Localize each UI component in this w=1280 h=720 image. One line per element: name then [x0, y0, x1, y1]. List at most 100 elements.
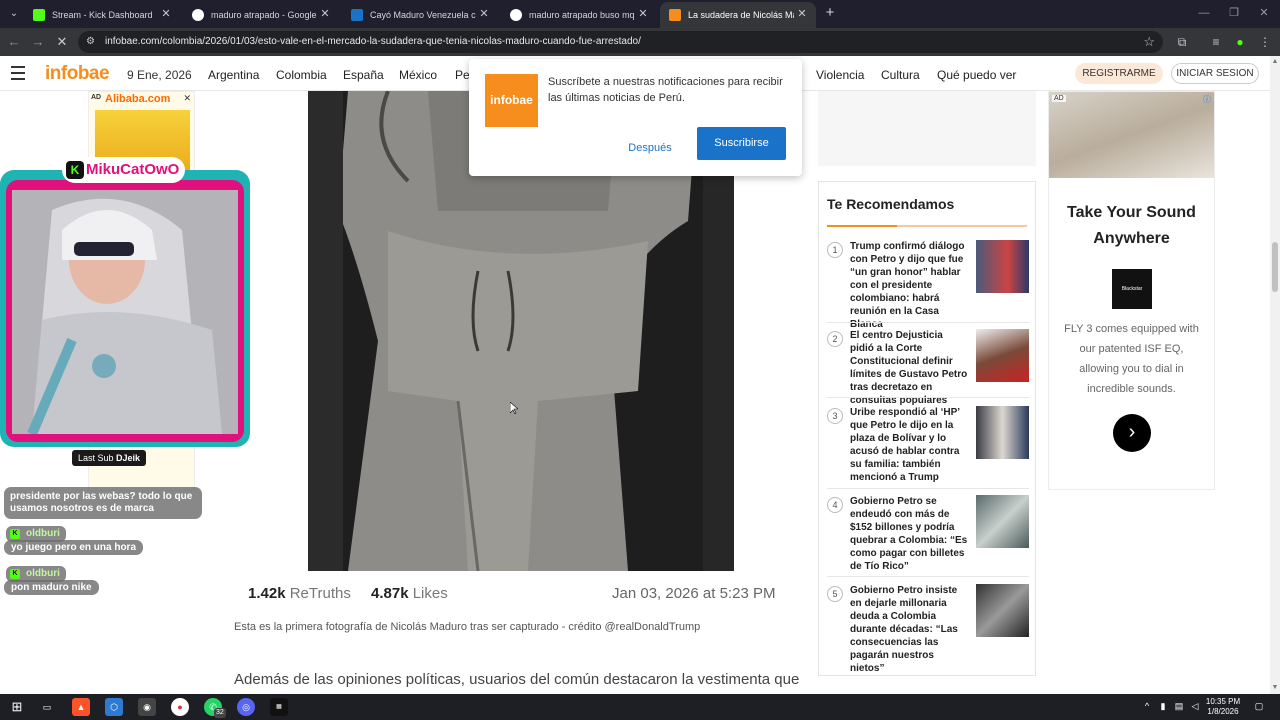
close-icon[interactable]: ✕: [478, 8, 490, 20]
mouse-cursor-icon: [510, 402, 518, 414]
divider: [827, 322, 1029, 323]
maximize-icon[interactable]: ❐: [1226, 5, 1242, 21]
likes-label: Likes: [412, 585, 448, 602]
nav-violencia[interactable]: Violencia: [816, 68, 864, 82]
notification-message: Suscríbete a nuestras notificaciones par…: [548, 76, 783, 104]
app-icon[interactable]: ▦: [270, 698, 288, 716]
page-scrollbar[interactable]: ▲ ▼: [1270, 56, 1280, 694]
back-arrow-icon[interactable]: ←: [5, 33, 23, 51]
scroll-thumb[interactable]: [1272, 242, 1278, 292]
new-tab-button[interactable]: +: [822, 5, 838, 21]
tab-google-search-1[interactable]: maduro atrapado - Google Sea ✕: [183, 2, 339, 28]
extensions-icon[interactable]: ⧉: [1173, 33, 1191, 51]
register-button[interactable]: REGISTRARME: [1075, 63, 1163, 84]
photo-caption: Esta es la primera fotografía de Nicolás…: [234, 621, 701, 633]
close-icon[interactable]: ✕: [319, 8, 331, 20]
address-bar[interactable]: ⚙ infobae.com/colombia/2026/01/03/esto-v…: [78, 31, 1163, 53]
chevron-right-icon[interactable]: ›: [1113, 414, 1151, 452]
close-icon[interactable]: ✕: [160, 8, 172, 20]
divider: [827, 576, 1029, 577]
reco-thumbnail[interactable]: [976, 495, 1029, 548]
reco-headline[interactable]: El centro Dejusticia pidió a la Corte Co…: [850, 329, 968, 407]
hamburger-menu-icon[interactable]: [11, 66, 29, 80]
url-text[interactable]: infobae.com/colombia/2026/01/03/esto-val…: [105, 36, 641, 47]
reco-thumbnail[interactable]: [976, 584, 1029, 637]
taskbar-clock[interactable]: 10:35 PM 1/8/2026: [1203, 697, 1243, 717]
nav-que-puedo-ver[interactable]: Qué puedo ver: [937, 68, 1016, 82]
last-sub-banner: Last Sub DJeik: [72, 450, 147, 466]
brave-icon[interactable]: ▲: [72, 698, 90, 716]
volume-icon[interactable]: ◁: [1189, 700, 1201, 712]
ad-close-icon[interactable]: ✕: [183, 93, 191, 104]
chat-message-text: presidente por las webas? todo lo que us…: [10, 491, 193, 514]
nav-peru[interactable]: Pe: [455, 68, 470, 82]
ad-brand-logo: Blackstar: [1112, 269, 1152, 309]
infobae-logo[interactable]: infobae: [45, 63, 110, 85]
header-date: 9 Ene, 2026: [127, 68, 192, 82]
profile-icon[interactable]: ●: [1231, 33, 1249, 51]
login-button[interactable]: INICIAR SESION: [1171, 63, 1259, 84]
nav-mexico[interactable]: México: [399, 68, 437, 82]
ad-info-icon[interactable]: ⓘ: [1203, 94, 1211, 105]
reco-headline[interactable]: Uribe respondió al ‘HP’ que Petro le dij…: [850, 406, 968, 484]
close-icon[interactable]: ✕: [637, 8, 649, 20]
discord-icon[interactable]: ◎: [237, 698, 255, 716]
nav-espana[interactable]: España: [343, 68, 384, 82]
microphone-icon[interactable]: ▮: [1157, 700, 1169, 712]
forward-arrow-icon[interactable]: →: [29, 33, 47, 51]
nav-cultura[interactable]: Cultura: [881, 68, 920, 82]
news-icon: [351, 9, 363, 21]
reco-headline[interactable]: Gobierno Petro se endeudó con más de $15…: [850, 495, 968, 573]
notifications-icon[interactable]: ▢: [1253, 700, 1265, 712]
tab-news[interactable]: Cayó Maduro Venezuela celebr ✕: [342, 2, 498, 28]
obs-icon[interactable]: ◉: [138, 698, 156, 716]
chat-username-text: oldburi: [26, 528, 60, 539]
reco-thumbnail[interactable]: [976, 329, 1029, 382]
alibaba-logo: Alibaba.com: [105, 93, 171, 105]
reco-thumbnail[interactable]: [976, 240, 1029, 293]
notification-prompt: infobae Suscríbete a nuestras notificaci…: [469, 59, 802, 176]
minimize-icon[interactable]: —: [1196, 5, 1212, 21]
scroll-up-icon[interactable]: ▲: [1271, 58, 1279, 66]
tab-title: maduro atrapado - Google Sea: [211, 10, 317, 20]
ad-image[interactable]: AD ⓘ: [1049, 92, 1214, 178]
tab-kick-dashboard[interactable]: Stream - Kick Dashboard ✕: [24, 2, 180, 28]
nav-argentina[interactable]: Argentina: [208, 68, 259, 82]
subscribe-button[interactable]: Suscribirse: [697, 127, 786, 160]
bookmark-star-icon[interactable]: ☆: [1143, 34, 1155, 50]
reco-thumbnail[interactable]: [976, 406, 1029, 459]
close-icon[interactable]: ✕: [796, 8, 808, 20]
window-close-icon[interactable]: ✕: [1256, 5, 1272, 21]
windows-start-icon[interactable]: ⊞: [8, 698, 26, 716]
article-paragraph: Además de las opiniones políticas, usuar…: [234, 671, 800, 688]
menu-kebab-icon[interactable]: ⋮: [1256, 33, 1274, 51]
chat-message-text: pon maduro nike: [11, 582, 92, 593]
tab-title: maduro atrapado buso mque n: [529, 10, 635, 20]
later-button[interactable]: Después: [619, 137, 681, 159]
sidebar-ad[interactable]: AD ⓘ Take Your Sound Anywhere Blackstar …: [1048, 91, 1215, 490]
tab-infobae-active[interactable]: La sudadera de Nicolás Madur ✕: [660, 2, 816, 28]
stop-loading-icon[interactable]: ✕: [53, 33, 71, 51]
task-view-icon[interactable]: ▭: [38, 698, 56, 716]
tab-google-search-2[interactable]: maduro atrapado buso mque n ✕: [501, 2, 657, 28]
app-icon[interactable]: ⬡: [105, 698, 123, 716]
tab-search-icon[interactable]: ⌄: [5, 5, 23, 23]
last-sub-label: Last Sub: [78, 453, 114, 463]
network-icon[interactable]: ▤: [1173, 700, 1185, 712]
tab-title: Stream - Kick Dashboard: [52, 10, 153, 20]
kick-icon: K: [10, 569, 20, 579]
reco-headline[interactable]: Trump confirmó diálogo con Petro y dijo …: [850, 240, 968, 331]
infobae-icon: [669, 9, 681, 21]
nav-colombia[interactable]: Colombia: [276, 68, 327, 82]
webcam-border: [6, 180, 244, 442]
site-info-icon[interactable]: ⚙: [86, 36, 98, 48]
reco-number: 1: [827, 242, 843, 258]
scroll-down-icon[interactable]: ▼: [1271, 684, 1279, 692]
tray-chevron-up-icon[interactable]: ^: [1141, 700, 1153, 712]
chrome-icon[interactable]: ●: [171, 698, 189, 716]
reco-headline[interactable]: Gobierno Petro insiste en dejarle millon…: [850, 584, 968, 675]
google-icon: [510, 9, 522, 21]
google-icon: [192, 9, 204, 21]
media-control-icon[interactable]: ≡: [1207, 33, 1225, 51]
streamer-name-badge: K MikuCatOwO: [62, 157, 186, 183]
